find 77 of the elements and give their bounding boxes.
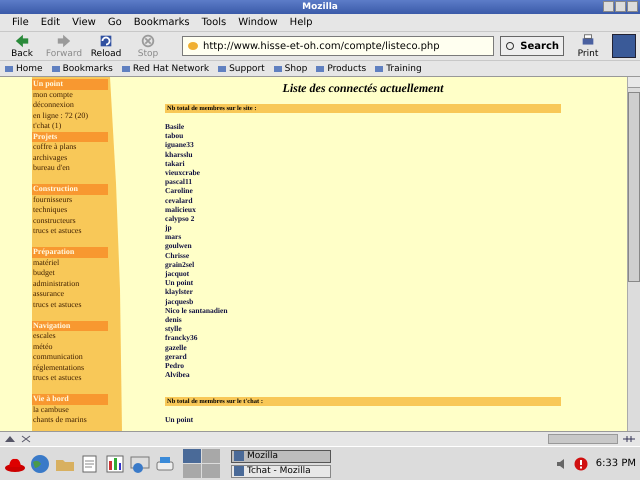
sidebar-heading: Navigation [32, 320, 108, 331]
bookmark-icon [50, 64, 61, 73]
menu-item[interactable]: Help [290, 17, 312, 28]
sidebar-link[interactable]: coffre à plans [32, 142, 122, 152]
sidebar-link[interactable]: communication [32, 352, 122, 362]
status-icon [4, 434, 16, 444]
sidebar-link[interactable]: mon compte [32, 90, 122, 100]
sidebar-link[interactable]: fournisseurs [32, 194, 122, 205]
sidebar-link[interactable]: trucs et astuces [32, 226, 122, 236]
sidebar-link[interactable]: réglementations [32, 362, 122, 373]
sidebar-link[interactable]: assurance [32, 289, 122, 300]
sidebar-link[interactable]: administration [32, 278, 122, 289]
bookmark-icon [4, 64, 14, 73]
bookmark-link[interactable]: Support [217, 64, 265, 74]
sidebar-link[interactable]: budget [32, 268, 122, 278]
arrow-icon [14, 33, 30, 49]
sidebar-link[interactable]: trucs et astuces [32, 300, 122, 310]
sidebar-link[interactable]: déconnexion [32, 100, 122, 110]
connection-icon [622, 434, 636, 444]
sidebar-heading: Vie à bord [32, 394, 108, 404]
taskbar-button[interactable]: Tchat - Mozilla [231, 464, 331, 478]
sidebar-link[interactable]: chants de marins [32, 415, 122, 426]
arrow-icon [56, 33, 72, 49]
alert-icon[interactable] [574, 456, 588, 470]
reload-icon [98, 33, 114, 49]
menu-item[interactable]: Go [108, 17, 122, 28]
sidebar-link[interactable]: escales [32, 331, 122, 342]
sidebar-heading: Un point [32, 79, 108, 90]
taskbar-button[interactable]: Mozilla [231, 450, 331, 462]
sidebar-link[interactable]: constructeurs [32, 216, 122, 226]
address-field[interactable]: http://www.hisse-et-oh.com/compte/listeco.php [182, 36, 494, 56]
sidebar-heading: Préparation [32, 247, 108, 258]
minimize-button[interactable] [603, 1, 614, 12]
bookmark-link[interactable]: Shop [272, 64, 308, 74]
bookmark-icon [272, 64, 283, 73]
bookmark-icon [120, 64, 131, 73]
sidebar-link[interactable]: archivages [32, 152, 122, 163]
bookmark-link[interactable]: Red Hat Network [120, 64, 210, 74]
search-button[interactable]: Search [500, 36, 564, 56]
sidebar-link[interactable]: matériel [32, 258, 122, 268]
bookmark-icon [217, 64, 228, 73]
status-icon [20, 434, 32, 444]
workspace-pager[interactable] [183, 449, 220, 478]
bookmark-link[interactable]: Products [315, 64, 366, 74]
sidebar-link[interactable]: techniques [32, 205, 122, 216]
sidebar-link[interactable]: la cambuse [32, 404, 122, 415]
print-button[interactable]: Print [570, 33, 606, 59]
maximize-button[interactable] [615, 1, 626, 12]
clock: 6:33 PM [596, 458, 636, 469]
window-title: Mozilla [302, 2, 338, 12]
menu-item[interactable]: Window [238, 17, 278, 28]
back-button[interactable]: Back [4, 33, 40, 59]
menu-item[interactable]: Tools [202, 17, 226, 28]
speaker-icon[interactable] [556, 458, 566, 470]
chart-icon[interactable] [104, 452, 126, 474]
sidebar-link[interactable]: en ligne : 72 (20) [32, 110, 122, 121]
menu-item[interactable]: Bookmarks [134, 17, 190, 28]
page-title: Liste des connectés actuellement [282, 81, 445, 96]
sidebar-heading: Construction [32, 184, 108, 194]
close-button[interactable] [627, 1, 638, 12]
sidebar-heading: Projets [32, 132, 108, 142]
menu-item[interactable]: Edit [40, 17, 60, 28]
sidebar-link[interactable]: trucs et astuces [32, 373, 122, 384]
menu-item[interactable]: View [72, 17, 96, 28]
bookmark-link[interactable]: Bookmarks [50, 64, 113, 74]
sidebar-link[interactable]: t'chat (1) [32, 121, 122, 132]
bookmark-icon [315, 64, 326, 73]
globe-icon[interactable] [29, 452, 51, 474]
bookmark-link[interactable]: Home [4, 64, 43, 74]
stop-icon [140, 33, 156, 49]
sidebar-link[interactable]: météo [32, 342, 122, 352]
bookmark-link[interactable]: Training [374, 64, 422, 74]
bookmark-icon [374, 64, 384, 73]
scrollbar[interactable] [627, 77, 640, 431]
sidebar-link[interactable]: bureau d'en [32, 163, 122, 174]
menu-item[interactable]: File [12, 17, 29, 28]
reload-button[interactable]: Reload [88, 33, 124, 59]
